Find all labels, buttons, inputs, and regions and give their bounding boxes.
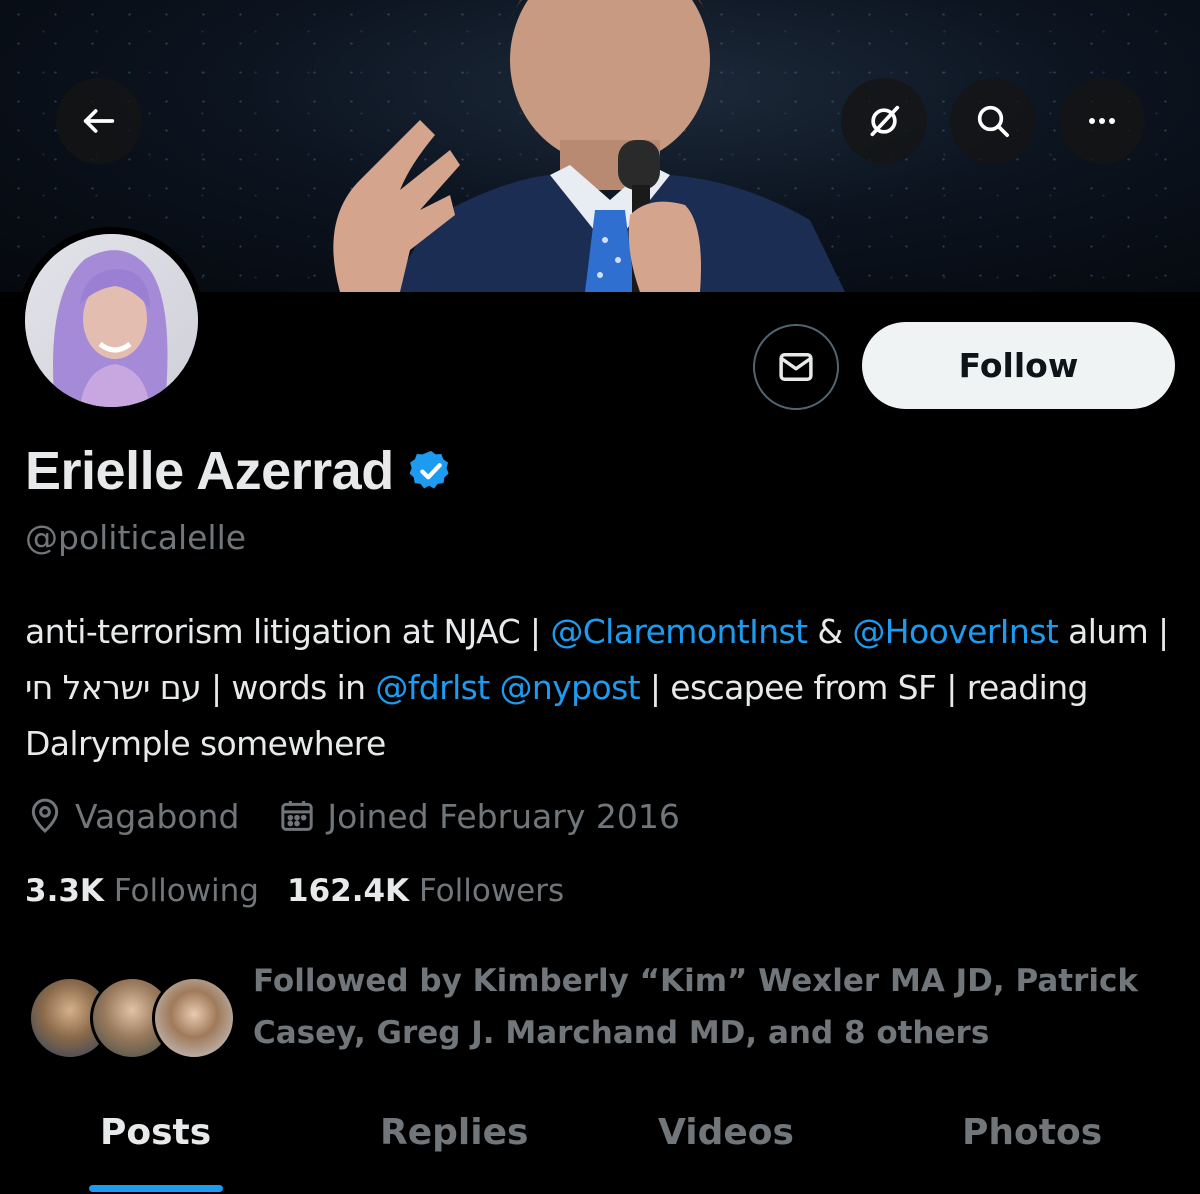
joined-text: Joined February 2016 <box>327 796 680 836</box>
tab-posts[interactable]: Posts <box>100 1112 211 1153</box>
followers-label: Followers <box>418 873 565 909</box>
location-text: Vagabond <box>75 796 240 836</box>
username-handle: @politicalelle <box>25 518 247 557</box>
followed-by-row[interactable]: Followed by Kimberly “Kim” Wexler MA JD,… <box>28 955 1173 1060</box>
calendar-icon <box>281 801 314 831</box>
search-button[interactable] <box>950 78 1036 164</box>
location-item: Vagabond <box>25 796 239 836</box>
mention-link[interactable]: @fdrlst <box>375 668 490 707</box>
bio-text <box>490 668 500 707</box>
followers-count: 162.4K <box>287 873 410 909</box>
envelope-icon <box>779 353 813 381</box>
arrow-left-icon <box>83 109 115 133</box>
more-horizontal-icon <box>1089 118 1115 124</box>
following-count: 3.3K <box>25 873 104 909</box>
message-button[interactable] <box>753 324 839 410</box>
follower-avatar <box>152 976 236 1060</box>
location-pin-icon <box>31 798 59 834</box>
bio-text: & <box>807 612 853 651</box>
tab-photos[interactable]: Photos <box>962 1112 1102 1153</box>
following-link[interactable]: 3.3K Following <box>25 873 259 909</box>
tab-videos[interactable]: Videos <box>658 1112 794 1153</box>
avatar-photo <box>25 234 198 407</box>
bio-text: anti-terrorism litigation at NJAC | <box>25 612 551 651</box>
display-name: Erielle Azerrad <box>25 441 394 501</box>
joined-item: Joined February 2016 <box>277 796 680 836</box>
followed-by-text: Followed by Kimberly “Kim” Wexler MA JD,… <box>253 963 1139 1051</box>
profile-bio: anti-terrorism litigation at NJAC | @Cla… <box>25 604 1185 772</box>
grok-icon <box>870 105 900 137</box>
avatar[interactable] <box>18 227 205 414</box>
profile-meta: Vagabond Joined February 2016 <box>25 796 718 836</box>
search-icon <box>977 105 1009 138</box>
follow-stats: 3.3K Following 162.4K Followers <box>25 873 564 909</box>
mention-link[interactable]: @HooverInst <box>852 612 1058 651</box>
more-button[interactable] <box>1059 78 1145 164</box>
profile-name-row: Erielle Azerrad <box>25 440 454 502</box>
grok-button[interactable] <box>841 78 927 164</box>
mention-link[interactable]: @ClaremontInst <box>550 612 808 651</box>
verified-badge-icon[interactable] <box>408 448 454 494</box>
active-tab-indicator <box>89 1185 223 1192</box>
banner-photo <box>333 0 845 292</box>
follow-button[interactable]: Follow <box>862 322 1175 409</box>
profile-tabs: Posts Replies Videos Photos <box>0 1098 1200 1194</box>
tab-replies[interactable]: Replies <box>380 1112 528 1153</box>
back-button[interactable] <box>56 78 142 164</box>
followers-link[interactable]: 162.4K Followers <box>287 873 564 909</box>
follower-avatars <box>28 962 238 1060</box>
following-label: Following <box>113 873 259 909</box>
mention-link[interactable]: @nypost <box>499 668 640 707</box>
